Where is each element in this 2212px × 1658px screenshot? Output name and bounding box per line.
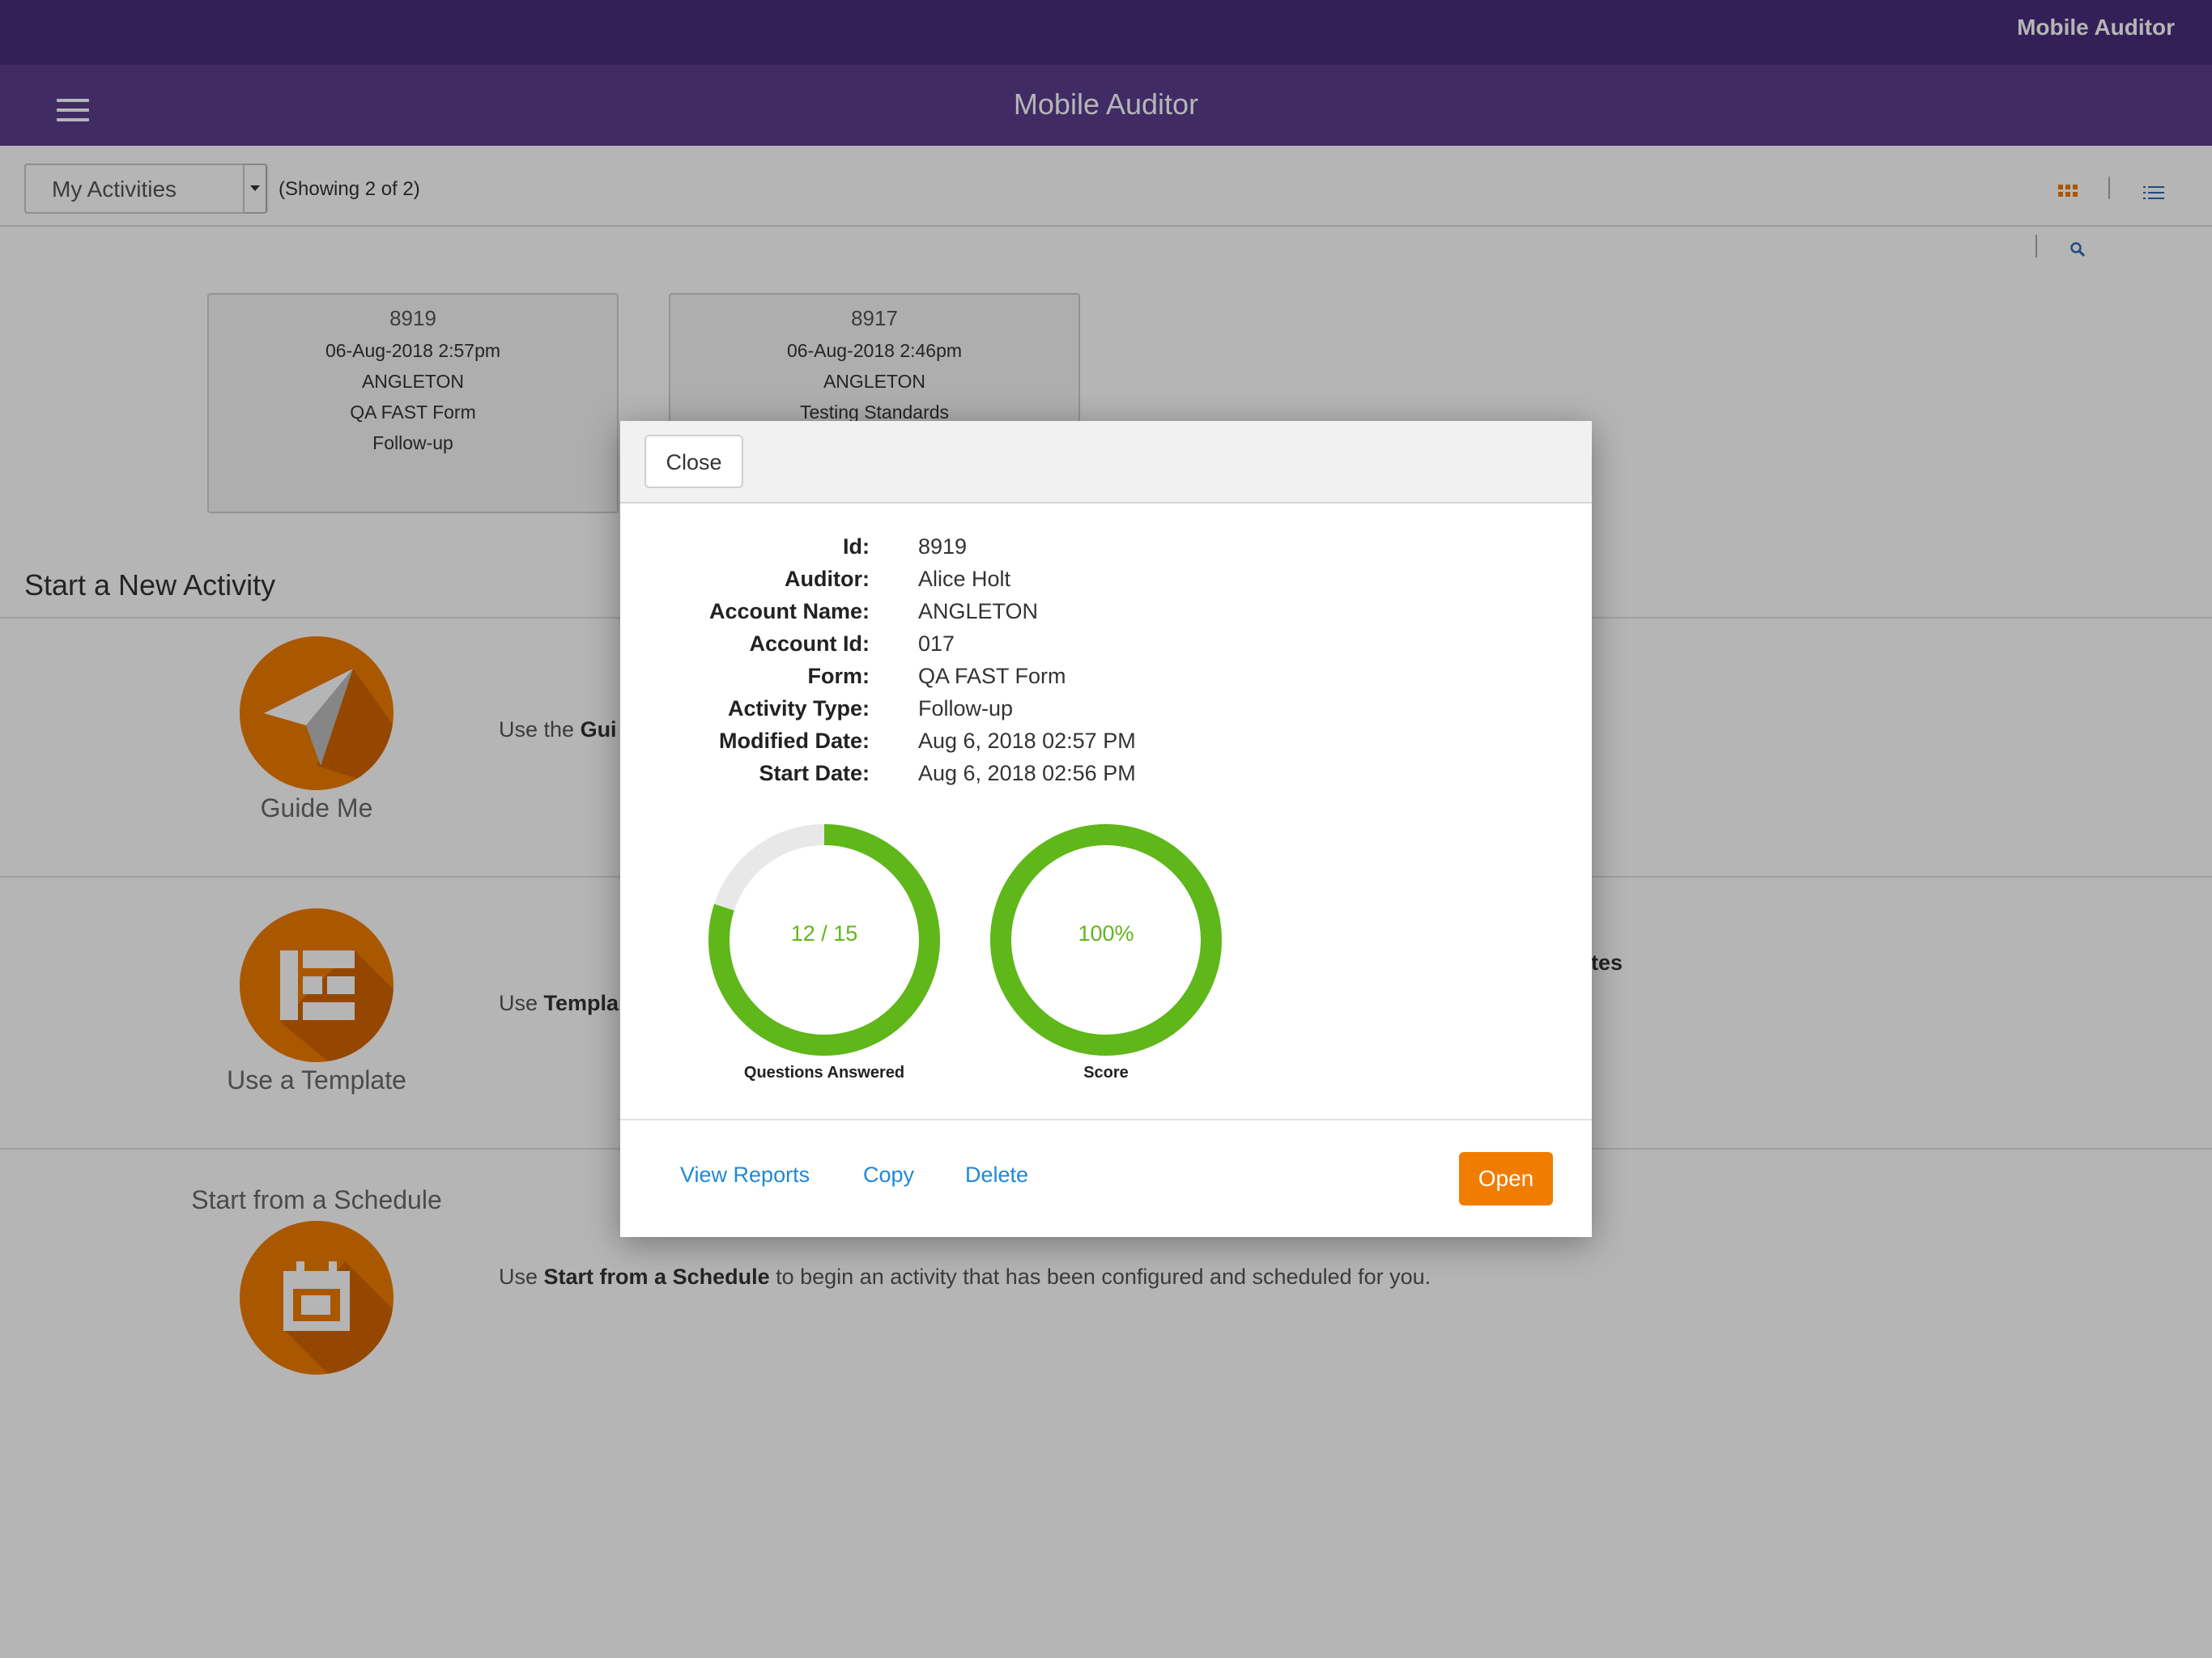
detail-row-auditor: Auditor: Alice Holt [620,567,1592,599]
open-button[interactable]: Open [1459,1152,1553,1205]
detail-value: 8919 [918,534,968,559]
detail-label: Activity Type: [727,696,870,721]
detail-row-start-date: Start Date: Aug 6, 2018 02:56 PM [620,761,1592,793]
detail-value: Follow-up [918,696,1014,721]
detail-value: Aug 6, 2018 02:57 PM [918,729,1136,753]
detail-label: Modified Date: [719,729,870,753]
detail-label: Auditor: [785,567,870,591]
gauge-caption: Questions Answered [743,1064,905,1082]
app-screen: Mobile Auditor Mobile Auditor My Activit… [0,0,2212,1658]
gauge-caption: Score [1083,1064,1129,1082]
detail-value: Aug 6, 2018 02:56 PM [918,761,1136,785]
questions-answered-gauge: 12 / 15 [707,823,942,1057]
detail-label: Id: [843,534,870,559]
activity-details-modal: Close Id: 8919 Auditor: Alice Holt Accou… [620,421,1592,1237]
gauge-value: 12 / 15 [790,921,858,946]
detail-row-account-name: Account Name: ANGLETON [620,599,1592,631]
detail-label: Account Name: [708,599,870,623]
modal-header: Close [620,421,1592,504]
detail-value: QA FAST Form [918,664,1066,688]
detail-value: 017 [918,631,955,656]
copy-link[interactable]: Copy [863,1163,914,1188]
view-reports-link[interactable]: View Reports [680,1163,810,1188]
close-button[interactable]: Close [644,435,743,488]
score-gauge: 100% [989,823,1223,1057]
detail-row-form: Form: QA FAST Form [620,664,1592,696]
detail-value: Alice Holt [918,567,1011,591]
modal-footer-divider [620,1119,1592,1120]
detail-row-activity-type: Activity Type: Follow-up [620,696,1592,729]
detail-row-id: Id: 8919 [620,534,1592,567]
detail-label: Form: [807,664,870,688]
delete-link[interactable]: Delete [965,1163,1028,1188]
detail-row-modified-date: Modified Date: Aug 6, 2018 02:57 PM [620,729,1592,761]
detail-label: Account Id: [749,631,870,656]
gauge-value: 100% [1078,921,1134,946]
detail-row-account-id: Account Id: 017 [620,631,1592,664]
detail-label: Start Date: [759,761,870,785]
detail-value: ANGLETON [918,599,1039,623]
